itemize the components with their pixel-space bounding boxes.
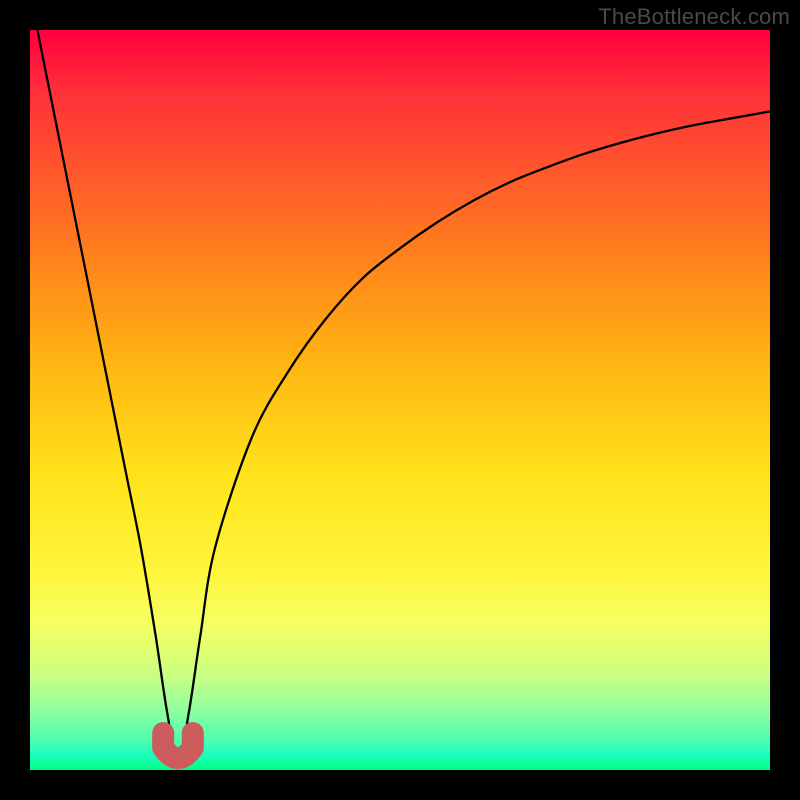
watermark-text: TheBottleneck.com (598, 4, 790, 30)
chart-frame: TheBottleneck.com (0, 0, 800, 800)
plot-area (30, 30, 770, 770)
bottleneck-curve (30, 30, 770, 770)
optimal-marker (163, 733, 193, 758)
